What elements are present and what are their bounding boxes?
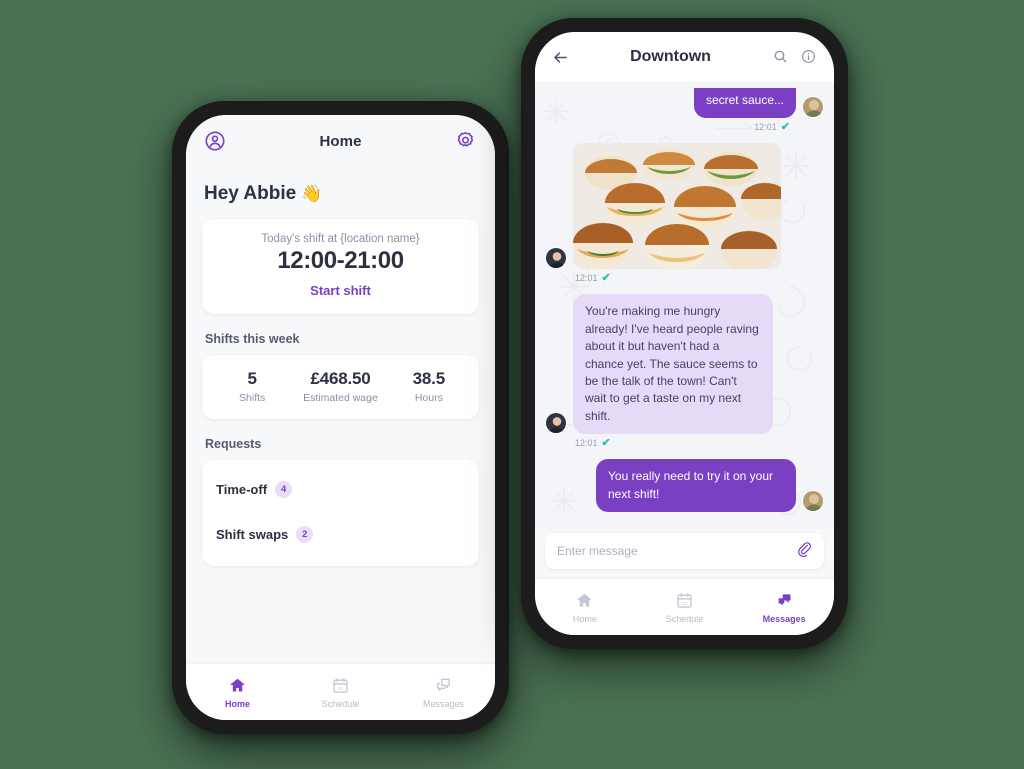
stat-value: 5 bbox=[247, 369, 257, 388]
stat-hours: 38.5 Hours bbox=[385, 369, 473, 404]
calendar-icon: 31 bbox=[331, 676, 350, 695]
tab-label: Schedule bbox=[665, 613, 704, 624]
read-receipt-icon: ✔ bbox=[780, 121, 790, 134]
message-row-out: secret sauce... bbox=[545, 88, 824, 119]
tab-schedule[interactable]: 31 Schedule bbox=[289, 676, 392, 709]
avatar bbox=[802, 489, 824, 512]
message-row-in bbox=[545, 143, 824, 270]
left-body: Hey Abbie 👋 Today's shift at {location n… bbox=[186, 167, 495, 664]
gear-icon[interactable] bbox=[455, 130, 477, 152]
greeting: Hey Abbie 👋 bbox=[204, 183, 479, 205]
status-badge: 2 bbox=[296, 526, 314, 543]
info-icon[interactable] bbox=[800, 48, 818, 66]
tab-messages[interactable]: Messages bbox=[392, 676, 495, 709]
avatar bbox=[545, 247, 567, 270]
request-item-shift-swaps[interactable]: Shift swaps 2 bbox=[216, 521, 465, 548]
back-arrow-icon[interactable] bbox=[551, 48, 569, 66]
right-tabbar: Home 31 Schedule Messages bbox=[535, 579, 834, 635]
tab-label: Schedule bbox=[321, 698, 360, 709]
request-label: Time-off bbox=[216, 482, 268, 497]
request-item-time-off[interactable]: Time-off 4 bbox=[216, 476, 465, 503]
timestamp: 12:01 bbox=[575, 437, 598, 448]
wave-emoji: 👋 bbox=[301, 184, 323, 203]
greeting-text: Hey Abbie bbox=[204, 183, 297, 204]
avatar bbox=[545, 412, 567, 435]
todays-shift-card: Today's shift at {location name} 12:00-2… bbox=[202, 219, 479, 314]
chat-bubbles-icon bbox=[434, 676, 453, 695]
message-meta: 12:01 ✔ bbox=[545, 436, 824, 449]
read-receipt-icon: ✔ bbox=[601, 437, 611, 450]
message-bubble: secret sauce... bbox=[693, 88, 796, 119]
avatar bbox=[802, 96, 824, 119]
requests-card: Time-off 4 Shift swaps 2 bbox=[202, 460, 479, 566]
tab-schedule[interactable]: 31 Schedule bbox=[635, 591, 735, 624]
stat-label: Hours bbox=[414, 392, 443, 404]
message-meta: 12:01 ✔ bbox=[545, 271, 824, 284]
stat-estimated-wage: £468.50 Estimated wage bbox=[296, 369, 384, 404]
chat-title: Downtown bbox=[630, 48, 711, 65]
tab-label: Messages bbox=[422, 698, 465, 709]
message-row-out: You really need to try it on your next s… bbox=[545, 459, 824, 512]
weekly-stats-card: 5 Shifts £468.50 Estimated wage 38.5 Hou… bbox=[202, 355, 479, 419]
tab-label: Home bbox=[572, 613, 597, 624]
tab-home[interactable]: Home bbox=[186, 676, 289, 709]
message-composer[interactable] bbox=[545, 533, 824, 569]
stat-shifts: 5 Shifts bbox=[208, 369, 296, 404]
message-meta: 12:01 ✔ bbox=[545, 120, 824, 133]
timestamp: 12:01 bbox=[754, 121, 777, 132]
shifts-section-label: Shifts this week bbox=[205, 332, 300, 346]
home-icon bbox=[575, 591, 594, 610]
start-shift-button[interactable]: Start shift bbox=[214, 283, 467, 298]
phone-right: Downtown secret sauce... 12:01 ✔ 12:01 ✔… bbox=[521, 18, 848, 649]
message-bubble: You're making me hungry already! I've he… bbox=[573, 294, 773, 435]
calendar-icon: 31 bbox=[675, 591, 694, 610]
right-phone-screen: Downtown secret sauce... 12:01 ✔ 12:01 ✔… bbox=[535, 32, 834, 635]
chat-bubbles-icon bbox=[775, 591, 794, 610]
chat-message-list: secret sauce... 12:01 ✔ 12:01 ✔ You're m… bbox=[545, 88, 824, 512]
chat-thread[interactable]: secret sauce... 12:01 ✔ 12:01 ✔ You're m… bbox=[535, 82, 834, 529]
paperclip-icon[interactable] bbox=[795, 540, 812, 562]
stat-label: Estimated wage bbox=[303, 392, 378, 404]
left-header: Home bbox=[186, 115, 495, 167]
svg-text:31: 31 bbox=[682, 600, 688, 606]
tab-label: Home bbox=[224, 698, 250, 709]
page-title: Home bbox=[319, 132, 362, 150]
shift-time: 12:00-21:00 bbox=[277, 247, 404, 274]
message-input[interactable] bbox=[557, 544, 795, 558]
left-tabbar: Home 31 Schedule Messages bbox=[186, 664, 495, 720]
stat-label: Shifts bbox=[239, 392, 266, 404]
account-circle-icon[interactable] bbox=[204, 130, 226, 152]
read-receipt-icon: ✔ bbox=[601, 272, 611, 285]
tab-messages[interactable]: Messages bbox=[734, 591, 834, 624]
chat-header: Downtown bbox=[535, 32, 834, 82]
home-icon bbox=[228, 676, 247, 695]
message-row-in: You're making me hungry already! I've he… bbox=[545, 294, 824, 435]
left-phone-screen: Home Hey Abbie 👋 Today's shift at {locat… bbox=[186, 115, 495, 720]
request-label: Shift swaps bbox=[216, 527, 289, 542]
status-badge: 4 bbox=[275, 481, 293, 498]
stat-value: 38.5 bbox=[412, 369, 445, 388]
shift-subtitle: Today's shift at {location name} bbox=[261, 233, 420, 245]
phone-left: Home Hey Abbie 👋 Today's shift at {locat… bbox=[172, 101, 509, 734]
requests-section-label: Requests bbox=[205, 437, 262, 451]
stat-value: £468.50 bbox=[310, 369, 371, 388]
search-icon[interactable] bbox=[772, 48, 790, 66]
tab-label: Messages bbox=[762, 613, 806, 624]
timestamp: 12:01 bbox=[575, 272, 598, 283]
svg-text:31: 31 bbox=[338, 685, 344, 691]
message-bubble: You really need to try it on your next s… bbox=[596, 459, 796, 512]
tab-home[interactable]: Home bbox=[535, 591, 635, 624]
message-image[interactable] bbox=[573, 143, 781, 270]
